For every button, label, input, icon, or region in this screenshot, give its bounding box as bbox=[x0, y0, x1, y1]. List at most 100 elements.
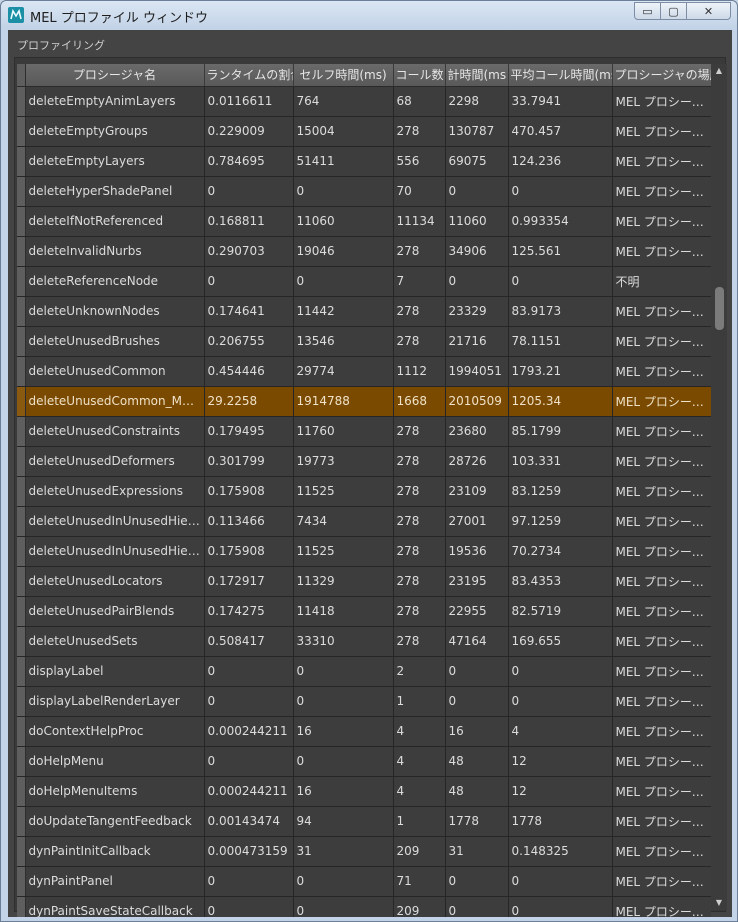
table-row[interactable]: deleteEmptyLayers 0.784695 51411 556 69075 12… bbox=[17, 146, 711, 177]
cell-procedure-name[interactable]: doHelpMenuItems bbox=[25, 776, 205, 807]
cell-call-count[interactable]: 4 bbox=[393, 776, 446, 807]
table-row[interactable]: deleteUnusedCommon 0.454446 29774 1112 19940… bbox=[17, 356, 711, 387]
cell-average-call-time[interactable]: 0 bbox=[508, 266, 613, 297]
cell-procedure-location[interactable]: MEL プロシージャ… bbox=[612, 536, 711, 567]
cell-call-count[interactable]: 2 bbox=[393, 656, 446, 687]
cell-runtime-percent[interactable]: 0.113466 bbox=[204, 506, 294, 537]
cell-total-time[interactable]: 48 bbox=[445, 746, 509, 777]
cell-procedure-name[interactable]: doContextHelpProc bbox=[25, 716, 205, 747]
cell-total-time[interactable]: 21716 bbox=[445, 326, 509, 357]
row-header[interactable] bbox=[17, 626, 26, 657]
cell-average-call-time[interactable]: 1793.21 bbox=[508, 356, 613, 387]
row-header[interactable] bbox=[17, 776, 26, 807]
cell-procedure-name[interactable]: deleteUnusedInUnusedHier… bbox=[25, 506, 205, 537]
row-header[interactable] bbox=[17, 86, 26, 117]
row-header[interactable] bbox=[17, 866, 26, 897]
cell-average-call-time[interactable]: 12 bbox=[508, 746, 613, 777]
row-header[interactable] bbox=[17, 656, 26, 687]
cell-call-count[interactable]: 278 bbox=[393, 326, 446, 357]
cell-procedure-name[interactable]: deleteInvalidNurbs bbox=[25, 236, 205, 267]
table-row[interactable]: doContextHelpProc 0.000244211 16 4 16 4 MEL プロ… bbox=[17, 716, 711, 747]
column-header-call-count[interactable]: コール数 bbox=[393, 64, 446, 87]
cell-self-time[interactable]: 11525 bbox=[293, 476, 394, 507]
cell-self-time[interactable]: 33310 bbox=[293, 626, 394, 657]
table-row[interactable]: displayLabel00200MEL プロシージャ… bbox=[17, 656, 711, 687]
cell-procedure-name[interactable]: doUpdateTangentFeedback bbox=[25, 806, 205, 837]
minimize-button[interactable]: ▭ bbox=[634, 2, 661, 20]
cell-total-time[interactable]: 19536 bbox=[445, 536, 509, 567]
cell-total-time[interactable]: 28726 bbox=[445, 446, 509, 477]
scroll-thumb[interactable] bbox=[715, 287, 724, 330]
row-header[interactable] bbox=[17, 416, 26, 447]
cell-procedure-name[interactable]: deleteReferenceNode bbox=[25, 266, 205, 297]
cell-average-call-time[interactable]: 33.7941 bbox=[508, 86, 613, 117]
cell-total-time[interactable]: 0 bbox=[445, 686, 509, 717]
cell-call-count[interactable]: 1668 bbox=[393, 386, 446, 417]
cell-self-time[interactable]: 0 bbox=[293, 266, 394, 297]
cell-self-time[interactable]: 94 bbox=[293, 806, 394, 837]
row-header[interactable] bbox=[17, 806, 26, 837]
cell-procedure-name[interactable]: dynPaintSaveStateCallback bbox=[25, 896, 205, 917]
cell-runtime-percent[interactable]: 0 bbox=[204, 176, 294, 207]
cell-total-time[interactable]: 34906 bbox=[445, 236, 509, 267]
cell-procedure-location[interactable]: MEL プロシージャ… bbox=[612, 806, 711, 837]
cell-self-time[interactable]: 11418 bbox=[293, 596, 394, 627]
cell-procedure-location[interactable]: MEL プロシージャ… bbox=[612, 326, 711, 357]
cell-average-call-time[interactable]: 78.1151 bbox=[508, 326, 613, 357]
cell-procedure-name[interactable]: deleteUnusedSets bbox=[25, 626, 205, 657]
cell-average-call-time[interactable]: 0 bbox=[508, 686, 613, 717]
cell-procedure-name[interactable]: doHelpMenu bbox=[25, 746, 205, 777]
cell-average-call-time[interactable]: 82.5719 bbox=[508, 596, 613, 627]
row-header[interactable] bbox=[17, 836, 26, 867]
cell-self-time[interactable]: 764 bbox=[293, 86, 394, 117]
cell-call-count[interactable]: 556 bbox=[393, 146, 446, 177]
cell-procedure-location[interactable]: MEL プロシージャ… bbox=[612, 476, 711, 507]
cell-procedure-location[interactable]: MEL プロシージャ… bbox=[612, 296, 711, 327]
table-row[interactable]: deleteUnusedBrushes 0.206755 13546 278 21716… bbox=[17, 326, 711, 357]
column-header-self-time[interactable]: セルフ時間(ms) bbox=[293, 64, 394, 87]
cell-procedure-name[interactable]: deleteUnusedCommon bbox=[25, 356, 205, 387]
cell-self-time[interactable]: 7434 bbox=[293, 506, 394, 537]
cell-runtime-percent[interactable]: 0.784695 bbox=[204, 146, 294, 177]
cell-procedure-name[interactable]: deleteUnusedInUnusedHier… bbox=[25, 536, 205, 567]
cell-total-time[interactable]: 47164 bbox=[445, 626, 509, 657]
cell-call-count[interactable]: 278 bbox=[393, 416, 446, 447]
cell-runtime-percent[interactable]: 0.229009 bbox=[204, 116, 294, 147]
table-row[interactable]: deleteUnusedCommon_Multi 29.2258 1914788 16… bbox=[17, 386, 711, 417]
row-header[interactable] bbox=[17, 686, 26, 717]
column-header-total-time[interactable]: 計時間(ms bbox=[445, 64, 509, 87]
cell-runtime-percent[interactable]: 0 bbox=[204, 266, 294, 297]
table-row[interactable]: deleteUnusedSets 0.508417 33310 278 47164 169… bbox=[17, 626, 711, 657]
cell-self-time[interactable]: 15004 bbox=[293, 116, 394, 147]
table-row[interactable]: deleteUnusedConstraints 0.179495 11760 278 2… bbox=[17, 416, 711, 447]
cell-procedure-location[interactable]: MEL プロシージャ… bbox=[612, 836, 711, 867]
scroll-down-icon[interactable]: ▼ bbox=[711, 896, 727, 910]
cell-procedure-name[interactable]: deleteHyperShadePanel bbox=[25, 176, 205, 207]
cell-average-call-time[interactable]: 12 bbox=[508, 776, 613, 807]
table-row[interactable]: dynPaintInitCallback 0.000473159 31 209 31 0.… bbox=[17, 836, 711, 867]
cell-procedure-location[interactable]: MEL プロシージャ… bbox=[612, 146, 711, 177]
cell-procedure-location[interactable]: MEL プロシージャ… bbox=[612, 626, 711, 657]
cell-procedure-location[interactable]: MEL プロシージャ… bbox=[612, 206, 711, 237]
cell-call-count[interactable]: 68 bbox=[393, 86, 446, 117]
cell-average-call-time[interactable]: 470.457 bbox=[508, 116, 613, 147]
row-header[interactable] bbox=[17, 476, 26, 507]
row-header-corner[interactable] bbox=[17, 64, 26, 87]
cell-call-count[interactable]: 209 bbox=[393, 896, 446, 917]
cell-runtime-percent[interactable]: 0.172917 bbox=[204, 566, 294, 597]
cell-self-time[interactable]: 11442 bbox=[293, 296, 394, 327]
table-row[interactable]: deleteIfNotReferenced 0.168811 11060 11134 1… bbox=[17, 206, 711, 237]
row-header[interactable] bbox=[17, 446, 26, 477]
row-header[interactable] bbox=[17, 716, 26, 747]
cell-self-time[interactable]: 13546 bbox=[293, 326, 394, 357]
table-row[interactable]: doUpdateTangentFeedback 0.00143474 94 1 1778… bbox=[17, 806, 711, 837]
cell-self-time[interactable]: 11760 bbox=[293, 416, 394, 447]
cell-procedure-location[interactable]: MEL プロシージャ… bbox=[612, 236, 711, 267]
table-row[interactable]: dynPaintPanel007100MEL プロシージャ… bbox=[17, 866, 711, 897]
cell-procedure-name[interactable]: deleteUnusedLocators bbox=[25, 566, 205, 597]
table-row[interactable]: deleteUnusedInUnusedHier… 0.113466 7434 278… bbox=[17, 506, 711, 537]
cell-call-count[interactable]: 278 bbox=[393, 296, 446, 327]
cell-self-time[interactable]: 16 bbox=[293, 716, 394, 747]
cell-runtime-percent[interactable]: 0.508417 bbox=[204, 626, 294, 657]
cell-runtime-percent[interactable]: 0.206755 bbox=[204, 326, 294, 357]
